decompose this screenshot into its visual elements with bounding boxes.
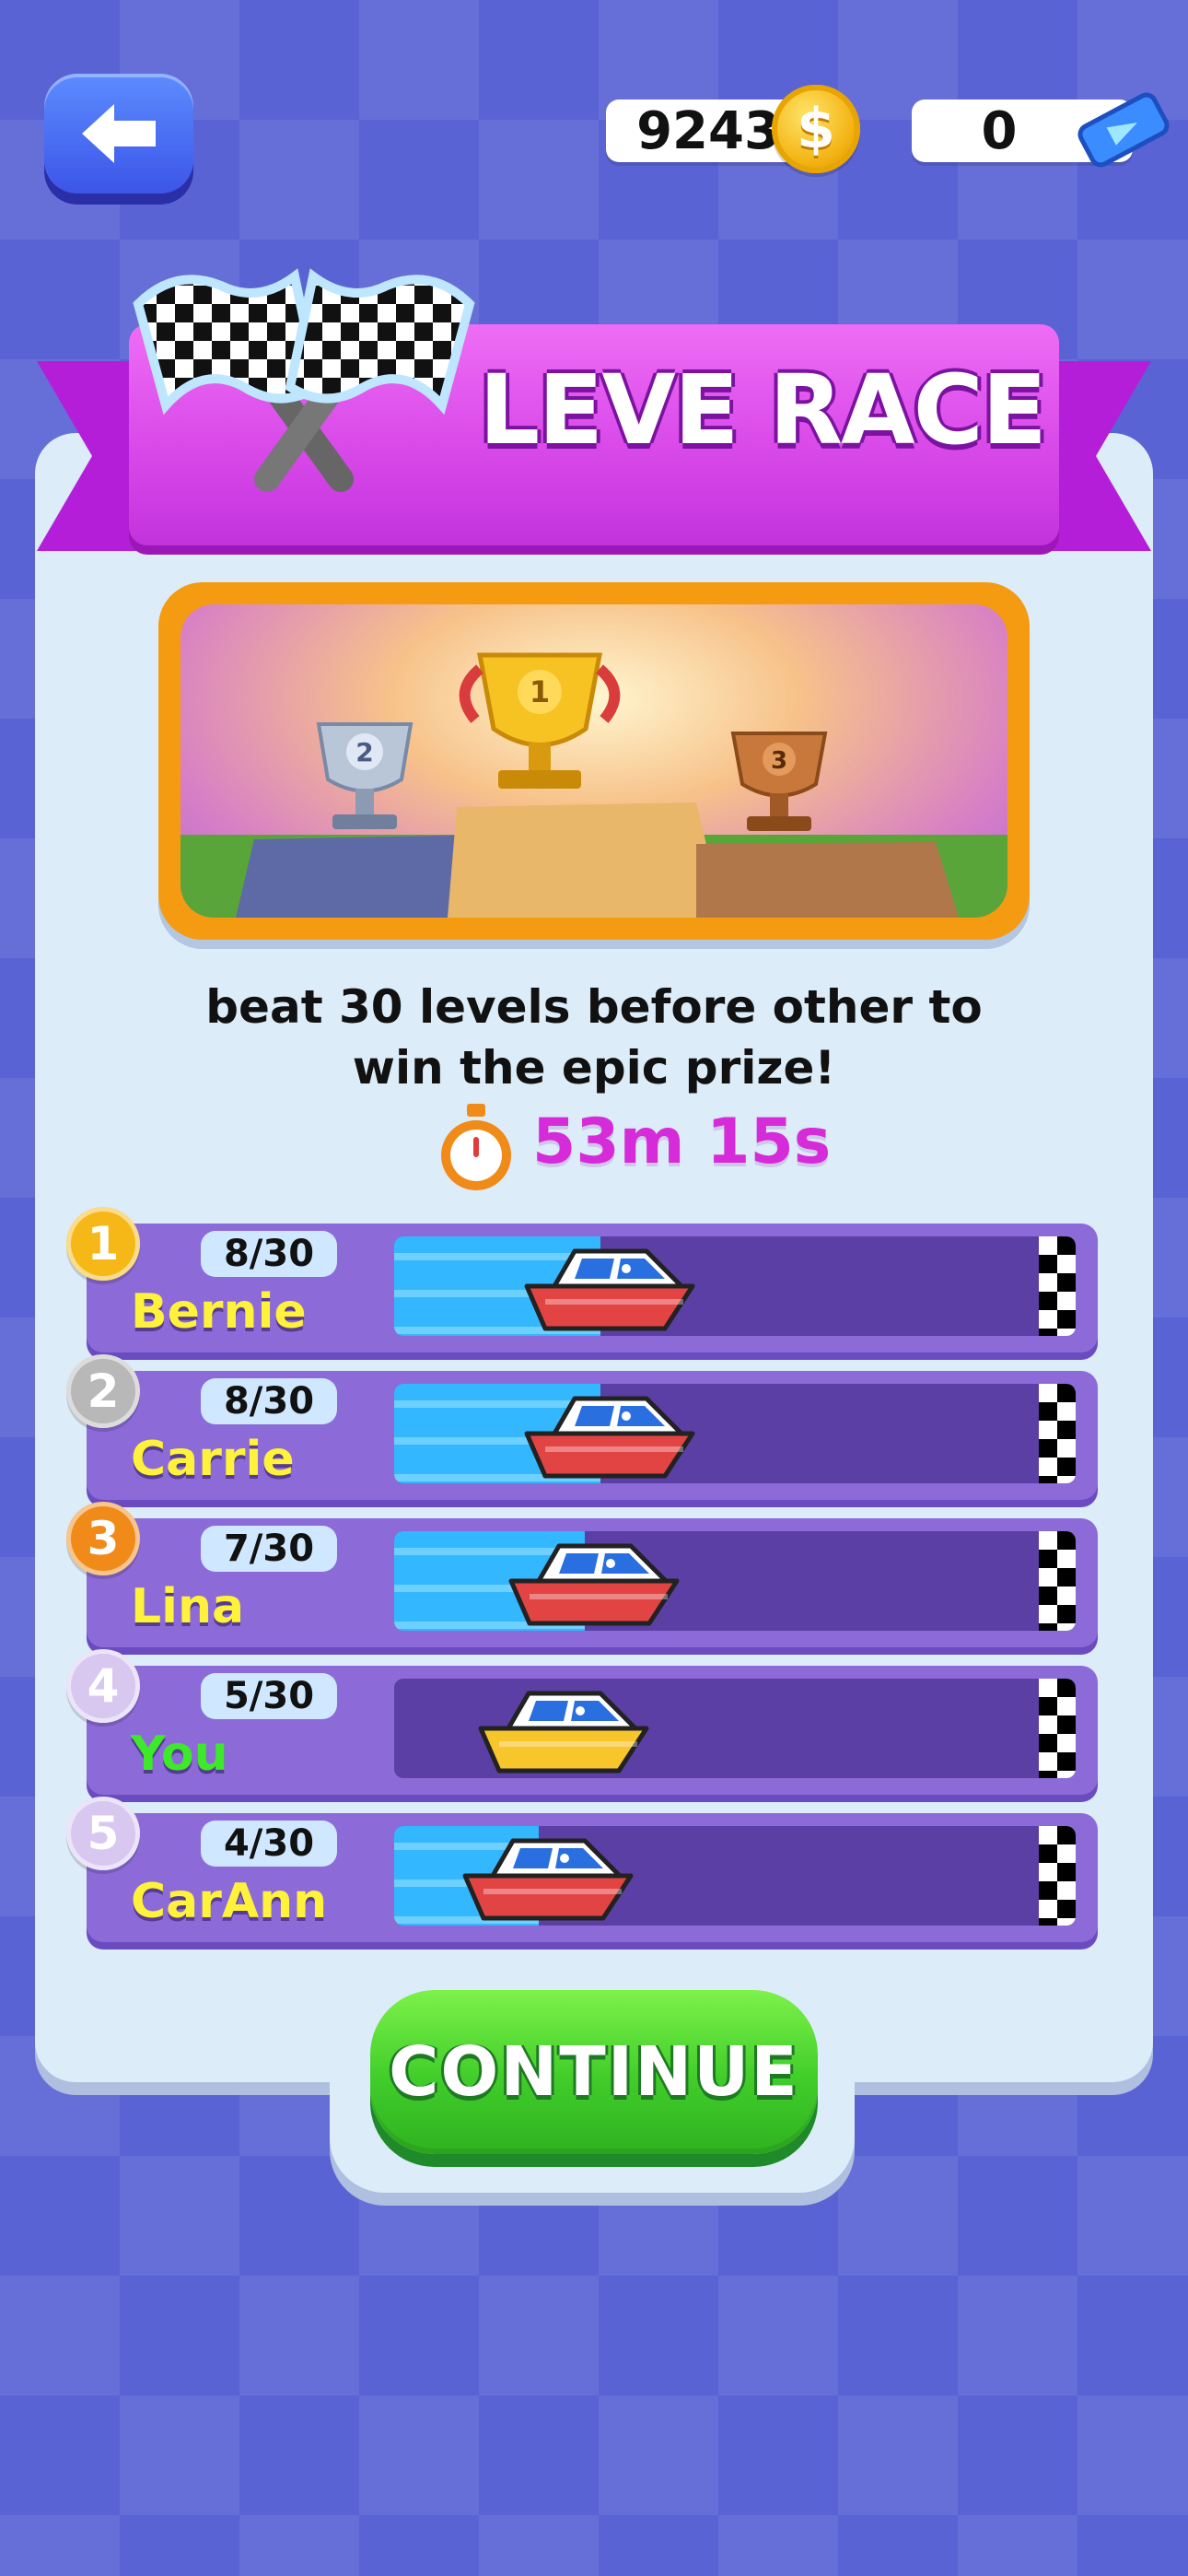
race-track <box>394 1384 1076 1483</box>
continue-button[interactable]: CONTINUE <box>370 1990 818 2154</box>
checkered-flags-icon <box>120 249 488 501</box>
page-title: LEVE RACE <box>479 354 1047 466</box>
prize-image: 2 1 3 <box>181 604 1007 918</box>
player-score: 7/30 <box>201 1526 337 1572</box>
svg-text:1: 1 <box>530 674 550 709</box>
leaderboard-row-you: 4 5/30 You <box>66 1649 1098 1795</box>
ticket-icon <box>1073 88 1174 175</box>
leaderboard-row: 3 7/30 Lina <box>66 1502 1098 1647</box>
leaderboard-row: 2 8/30 Carrie <box>66 1354 1098 1500</box>
rank-medal: 1 <box>66 1207 140 1281</box>
race-track <box>394 1236 1076 1336</box>
race-timer: 53m 15s <box>532 1106 832 1178</box>
player-name: CarAnn <box>131 1874 328 1929</box>
ticket-count: 0 <box>981 100 1018 161</box>
player-name: Carrie <box>131 1432 295 1487</box>
boat-icon <box>524 1396 695 1479</box>
description-line-1: beat 30 levels before other to <box>205 980 983 1034</box>
stopwatch-icon <box>435 1102 518 1198</box>
race-description: beat 30 levels before other to win the e… <box>184 977 1004 1098</box>
player-name: Lina <box>131 1579 245 1634</box>
svg-text:3: 3 <box>771 747 787 775</box>
player-score: 8/30 <box>201 1378 337 1424</box>
player-score: 8/30 <box>201 1231 337 1277</box>
description-line-2: win the epic prize! <box>352 1041 836 1095</box>
boat-icon <box>478 1691 649 1774</box>
race-track <box>394 1531 1076 1631</box>
svg-text:2: 2 <box>355 737 373 767</box>
player-score: 5/30 <box>201 1673 337 1719</box>
leaderboard-row: 1 8/30 Bernie <box>66 1207 1098 1352</box>
finish-line-icon <box>1039 1236 1076 1336</box>
back-arrow-icon <box>82 104 156 163</box>
coin-icon: $ <box>772 85 860 173</box>
boat-icon <box>508 1543 680 1626</box>
rank-medal: 4 <box>66 1649 140 1723</box>
finish-line-icon <box>1039 1826 1076 1926</box>
finish-line-icon <box>1039 1679 1076 1778</box>
race-track <box>394 1679 1076 1778</box>
rank-medal: 3 <box>66 1502 140 1575</box>
finish-line-icon <box>1039 1384 1076 1483</box>
back-button[interactable] <box>44 74 193 193</box>
rank-medal: 5 <box>66 1797 140 1870</box>
player-score: 4/30 <box>201 1821 337 1867</box>
finish-line-icon <box>1039 1531 1076 1631</box>
race-track <box>394 1826 1076 1926</box>
boat-icon <box>524 1248 695 1331</box>
trophy-icon: 2 <box>316 722 413 829</box>
boat-icon <box>462 1838 634 1921</box>
leaderboard-row: 5 4/30 CarAnn <box>66 1797 1098 1942</box>
player-name: You <box>131 1727 228 1782</box>
rank-medal: 2 <box>66 1354 140 1428</box>
player-name: Bernie <box>131 1284 307 1340</box>
coin-count: 9243 <box>636 100 780 161</box>
